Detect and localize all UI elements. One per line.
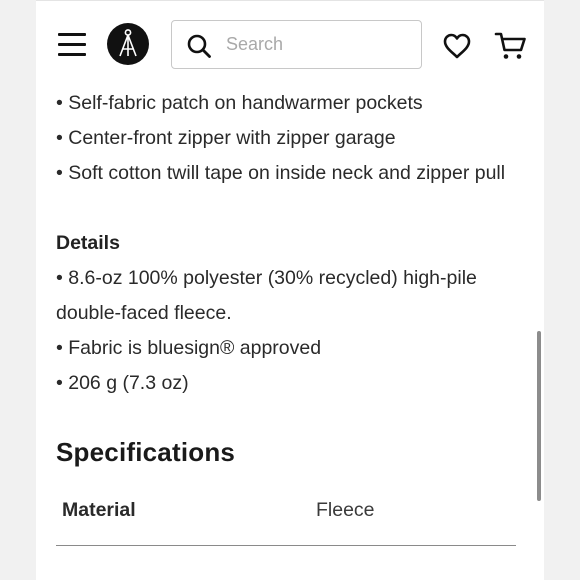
specifications-heading: Specifications xyxy=(56,437,236,467)
product-description: • Self-fabric patch on handwarmer pocket… xyxy=(56,86,516,546)
spec-value: Fleece xyxy=(316,499,375,521)
search-box[interactable] xyxy=(171,20,422,69)
feature-item: • Center-front zipper with zipper garage xyxy=(56,127,396,149)
spec-key: Material xyxy=(62,499,136,521)
details-item: • Fabric is bluesign® approved xyxy=(56,337,322,359)
feature-item: • Self-fabric patch on handwarmer pocket… xyxy=(56,92,423,114)
search-icon[interactable] xyxy=(186,33,212,59)
logo-icon[interactable] xyxy=(107,23,149,65)
scrollbar[interactable] xyxy=(537,331,541,501)
spec-row-material: Material Fleece xyxy=(56,483,516,546)
menu-icon[interactable] xyxy=(56,31,88,59)
cart-icon[interactable] xyxy=(494,30,528,62)
details-item: • 8.6-oz 100% polyester (30% recycled) h… xyxy=(56,267,477,324)
details-heading: Details xyxy=(56,232,120,254)
feature-item: • Soft cotton twill tape on inside neck … xyxy=(56,162,506,184)
top-navigation-bar xyxy=(36,0,544,87)
product-page: • Self-fabric patch on handwarmer pocket… xyxy=(36,0,544,580)
search-input[interactable] xyxy=(226,31,406,57)
heart-icon[interactable] xyxy=(442,32,472,60)
details-item: • 206 g (7.3 oz) xyxy=(56,372,189,394)
